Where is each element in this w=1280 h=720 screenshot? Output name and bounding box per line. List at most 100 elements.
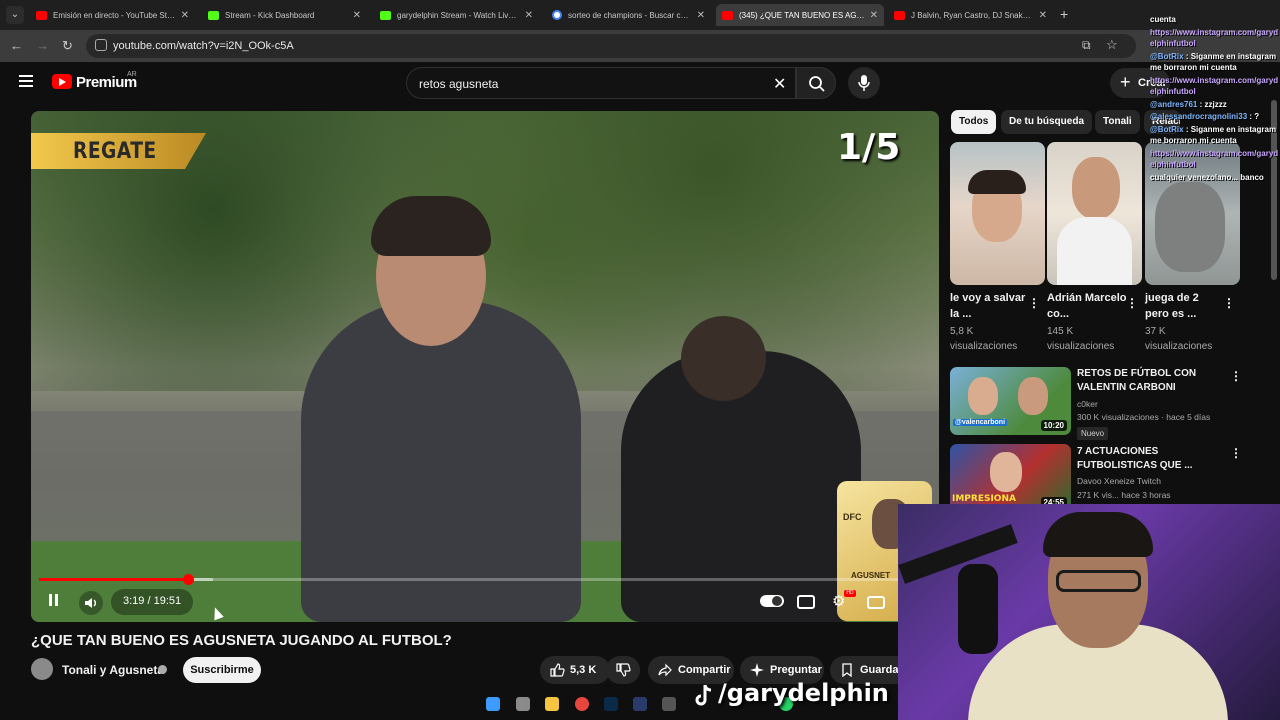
scrubber-handle[interactable] (182, 574, 194, 585)
install-app-icon[interactable]: ⧉ (1082, 38, 1091, 53)
chat-message: @andres761 : zzjzzz (1150, 99, 1280, 111)
video-player-person (301, 301, 581, 622)
challenge-counter: 1/5 (837, 127, 901, 168)
bookmark-icon (842, 663, 852, 678)
more-options-icon[interactable]: ⋮ (1126, 296, 1138, 310)
davinci-icon[interactable] (633, 697, 647, 711)
subtitles-button[interactable] (797, 595, 815, 609)
browser-tab[interactable]: sorteo de champions - Buscar con Google ✕ (546, 4, 711, 26)
url-box[interactable]: youtube.com/watch?v=i2N_OOk-c5A ⧉ ☆ (86, 34, 1136, 58)
youtube-logo-icon[interactable] (52, 74, 72, 89)
progress-played (39, 578, 188, 581)
chrome-icon[interactable] (575, 697, 589, 711)
search-icon (809, 76, 825, 92)
search-query[interactable]: retos agusneta (419, 77, 498, 91)
video-player[interactable]: REGATE 1/5 DFC AGUSNET 3:19 / 19:51 ⚙ HD (31, 111, 939, 622)
close-icon[interactable]: ✕ (1039, 10, 1047, 21)
short-title[interactable]: Adrián Marcelo co... (1047, 290, 1127, 322)
more-options-icon[interactable]: ⋮ (1223, 296, 1235, 310)
chip-tonali[interactable]: Tonali (1095, 110, 1140, 134)
time-display: 3:19 / 19:51 (111, 589, 194, 615)
pause-button[interactable] (45, 591, 61, 611)
short-thumbnail[interactable] (1047, 142, 1142, 285)
recommendation-channel[interactable]: Davoo Xeneize Twitch (1077, 476, 1161, 486)
ask-label: Preguntar (770, 664, 822, 676)
short-thumbnail[interactable] (950, 142, 1045, 285)
recommendation-title[interactable]: 7 ACTUACIONES FUTBOLISTICAS QUE ... (1077, 445, 1217, 473)
progress-bar[interactable] (39, 574, 931, 585)
voice-search-button[interactable] (848, 67, 880, 99)
new-tab-button[interactable]: + (1060, 6, 1068, 22)
video-player-head-second (681, 316, 766, 401)
video-player-hair (371, 196, 491, 256)
close-icon[interactable]: ✕ (525, 10, 533, 21)
clear-search-icon[interactable]: ✕ (773, 74, 786, 94)
site-info-icon[interactable] (95, 39, 107, 51)
chat-text: cuenta (1150, 15, 1176, 24)
task-view-icon[interactable] (516, 697, 530, 711)
chip-all[interactable]: Todos (951, 110, 997, 134)
short-title[interactable]: le voy a salvar la ... (950, 290, 1030, 322)
forward-arrow-icon[interactable]: → (36, 38, 49, 53)
short-title[interactable]: juega de 2 pero es ... (1145, 290, 1225, 322)
close-icon[interactable]: ✕ (697, 10, 705, 21)
close-icon[interactable]: ✕ (181, 10, 189, 21)
video-thumbnail[interactable]: @valencarboni 10:20 (950, 367, 1071, 435)
recommendation-meta: 271 K vis... hace 3 horas (1077, 490, 1171, 500)
short-views: 37 K visualizaciones (1145, 326, 1213, 352)
like-count: 5,3 K (570, 664, 597, 676)
browser-tab[interactable]: Stream - Kick Dashboard ✕ (202, 4, 367, 26)
autoplay-toggle[interactable] (760, 595, 784, 607)
channel-name[interactable]: Tonali y Agusneta (62, 663, 164, 677)
channel-avatar[interactable] (31, 658, 53, 680)
windows-start-icon[interactable] (486, 697, 500, 711)
browser-tab[interactable]: J Balvin, Ryan Castro, DJ Snake - Tu Ven… (888, 4, 1053, 26)
browser-tab-active[interactable]: (345) ¿QUE TAN BUENO ES AGUSNETA JUGANDO… (716, 4, 884, 26)
app-icon[interactable] (662, 697, 676, 711)
more-options-icon[interactable]: ⋮ (1230, 446, 1242, 460)
address-bar: ← → ↻ youtube.com/watch?v=i2N_OOk-c5A ⧉ … (0, 30, 1280, 62)
close-icon[interactable]: ✕ (353, 10, 361, 21)
browser-tab[interactable]: Emisión en directo - YouTube Studio ✕ (30, 4, 195, 26)
more-options-icon[interactable]: ⋮ (1028, 296, 1040, 310)
recommendation-channel[interactable]: c0ker (1077, 399, 1098, 409)
webcam-glasses (1056, 570, 1141, 592)
tiktok-icon (695, 684, 712, 706)
back-arrow-icon[interactable]: ← (10, 38, 23, 53)
search-button[interactable] (796, 67, 836, 99)
chip-from-search[interactable]: De tu búsqueda (1001, 110, 1093, 134)
stream-chat-overlay: cuenta https://www.instagram.com/garydel… (1150, 14, 1280, 244)
close-icon[interactable]: ✕ (870, 10, 878, 21)
reload-icon[interactable]: ↻ (62, 38, 73, 54)
short-hair (968, 170, 1026, 194)
new-badge: Nuevo (1077, 427, 1109, 440)
chat-link: https://www.instagram.com/garydelphinfut… (1150, 27, 1279, 49)
tab-search-icon[interactable]: ⌄ (6, 6, 24, 24)
volume-button[interactable] (79, 591, 103, 615)
video-thumbnail[interactable]: IMPRESIONA 24:55 (950, 444, 1071, 512)
browser-tab[interactable]: garydelphin Stream - Watch Live on Kick ✕ (374, 4, 539, 26)
chat-message: cualquier venezolano... banco (1150, 172, 1280, 184)
short-views: 5,8 K visualizaciones (950, 326, 1018, 352)
chat-message: @BotRix : Siganme en instagram me borrar… (1150, 124, 1280, 147)
short-views: 145 K visualizaciones (1047, 326, 1115, 352)
chat-user: @BotRix (1150, 124, 1184, 134)
more-options-icon[interactable]: ⋮ (1230, 369, 1242, 383)
url-text[interactable]: youtube.com/watch?v=i2N_OOk-c5A (113, 40, 294, 52)
dislike-button[interactable] (606, 656, 640, 684)
menu-icon[interactable] (19, 75, 33, 87)
google-icon (552, 10, 562, 20)
theater-mode-button[interactable] (867, 596, 885, 609)
browser-tab-bar: ⌄ Emisión en directo - YouTube Studio ✕ S… (0, 0, 1280, 30)
recommendation-title[interactable]: RETOS DE FÚTBOL CON VALENTIN CARBONI (1077, 367, 1217, 395)
chat-user: @andres761 (1150, 99, 1198, 109)
photoshop-icon[interactable] (604, 697, 618, 711)
short-shirt (1057, 217, 1132, 285)
chat-message: cuenta (1150, 14, 1280, 26)
bookmark-star-icon[interactable]: ☆ (1106, 37, 1118, 53)
like-button[interactable]: 5,3 K (540, 656, 610, 684)
file-explorer-icon[interactable] (545, 697, 559, 711)
subscribe-button[interactable]: Suscribirme (183, 657, 261, 683)
thumb-face (1018, 377, 1048, 415)
search-input[interactable]: retos agusneta ✕ (406, 67, 796, 99)
